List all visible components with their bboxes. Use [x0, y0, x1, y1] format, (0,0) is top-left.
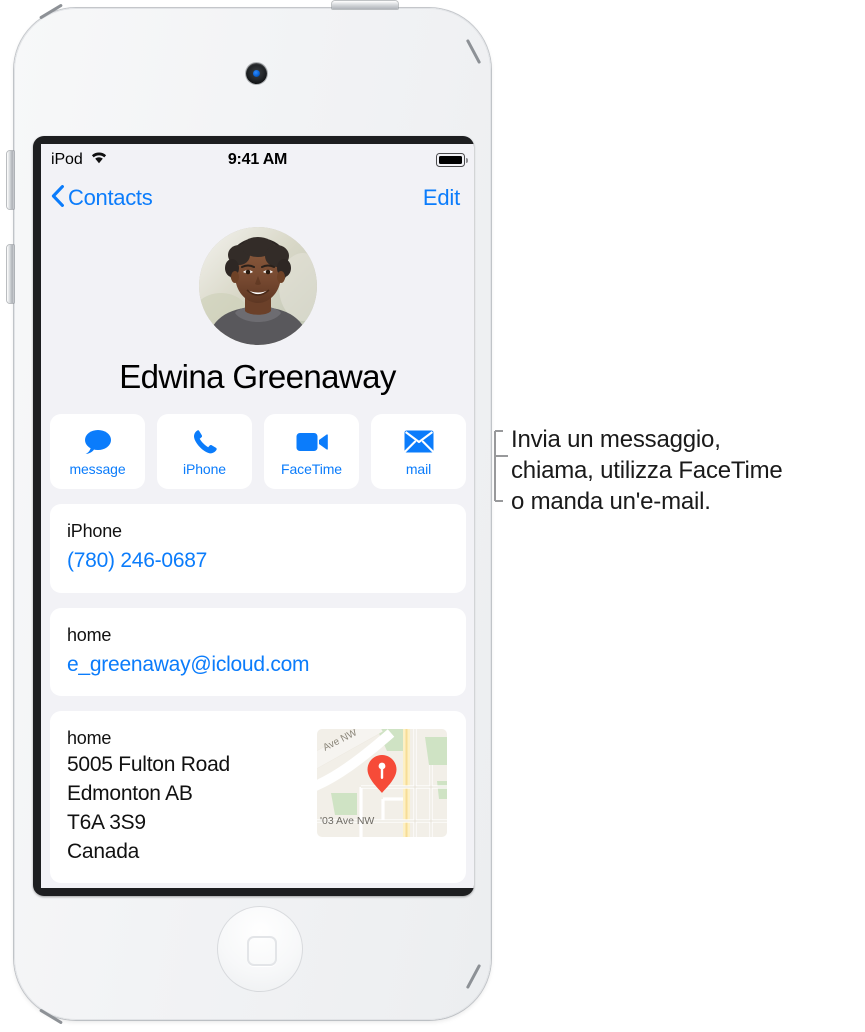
callout-annotation: Invia un messaggio, chiama, utilizza Fac…: [492, 424, 783, 518]
status-bar-left: iPod: [51, 151, 108, 169]
address-line-1: 5005 Fulton Road: [67, 753, 230, 777]
contact-name: Edwina Greenaway: [119, 358, 396, 395]
envelope-icon: [403, 427, 434, 457]
phone-field-label: iPhone: [67, 521, 122, 542]
address-line-4: Canada: [67, 840, 140, 864]
rim-accent-top-right: [465, 38, 482, 65]
contact-avatar[interactable]: [198, 227, 317, 345]
navigation-bar: Contacts Edit: [41, 176, 474, 220]
status-bar-right: [436, 153, 468, 167]
svg-text:'03 Ave NW: '03 Ave NW: [320, 815, 374, 827]
call-button-label: iPhone: [183, 460, 226, 477]
call-button[interactable]: iPhone: [157, 414, 252, 490]
address-lines: home 5005 Fulton Road Edmonton AB T6A 3S…: [67, 725, 317, 867]
email-address-link[interactable]: e_greenaway@icloud.com: [67, 650, 466, 680]
address-field-label: home: [67, 728, 112, 749]
facetime-button-label: FaceTime: [281, 460, 342, 477]
home-button[interactable]: [217, 906, 303, 992]
carrier-label: iPod: [51, 151, 83, 168]
status-bar: iPod 9:41 AM: [41, 144, 474, 176]
screen-bezel: iPod 9:41 AM Contacts Edit Edwina Greena…: [33, 136, 474, 896]
rim-accent-bottom-left: [39, 1008, 63, 1025]
volume-up-button[interactable]: [7, 151, 14, 209]
rim-accent-top-left: [39, 3, 63, 20]
wifi-icon: [90, 151, 108, 169]
message-button[interactable]: message: [50, 414, 145, 490]
power-button[interactable]: [332, 1, 398, 9]
phone-handset-icon: [191, 427, 219, 457]
chevron-left-icon: [51, 184, 64, 213]
contact-header: Edwina Greenaway: [41, 220, 474, 395]
address-field-card[interactable]: home 5005 Fulton Road Edmonton AB T6A 3S…: [50, 711, 466, 884]
callout-text: Invia un messaggio, chiama, utilizza Fac…: [511, 426, 783, 516]
message-button-label: message: [69, 460, 126, 477]
home-square-icon: [247, 936, 277, 966]
email-field-label: home: [67, 624, 112, 645]
email-field-card[interactable]: home e_greenaway@icloud.com: [50, 607, 466, 697]
ipod-touch-device: iPod 9:41 AM Contacts Edit Edwina Greena…: [7, 1, 495, 1025]
message-bubble-icon: [82, 427, 114, 457]
front-camera-icon: [246, 63, 267, 84]
rim-accent-bottom-right: [465, 963, 482, 990]
battery-full-icon: [436, 153, 468, 167]
mail-button[interactable]: mail: [371, 414, 466, 490]
back-button-label: Contacts: [68, 185, 153, 210]
screen: iPod 9:41 AM Contacts Edit Edwina Greena…: [41, 144, 474, 888]
edit-button[interactable]: Edit: [423, 185, 460, 211]
volume-down-button[interactable]: [7, 245, 14, 303]
phone-field-card[interactable]: iPhone (780) 246-0687: [50, 504, 466, 593]
contact-action-row: message iPhone FaceTime mail: [41, 395, 474, 490]
video-camera-icon: [296, 427, 328, 457]
facetime-button[interactable]: FaceTime: [264, 414, 359, 490]
address-line-3: T6A 3S9: [67, 811, 146, 835]
address-line-2: Edmonton AB: [67, 782, 193, 806]
callout-bracket-icon: [492, 430, 510, 502]
back-button[interactable]: Contacts: [51, 184, 153, 213]
map-thumbnail[interactable]: Ave NW '03 Ave NW: [317, 729, 447, 838]
mail-button-label: mail: [405, 460, 432, 477]
phone-number-link[interactable]: (780) 246-0687: [67, 546, 466, 576]
